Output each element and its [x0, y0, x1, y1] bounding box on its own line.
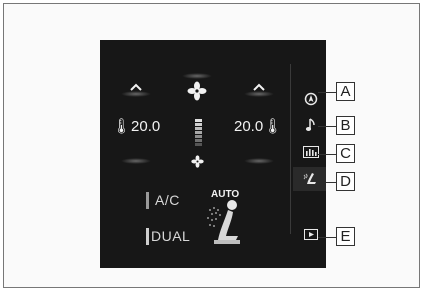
music-note-icon — [305, 118, 315, 131]
seat-climate-icon — [303, 173, 316, 184]
sidebar-item-equalizer[interactable] — [303, 144, 319, 160]
seat-airflow-icon — [207, 200, 240, 244]
left-temp-display: 🌡20.0 — [112, 117, 160, 136]
chevron-up-icon — [130, 83, 142, 91]
fan-level-indicator — [193, 118, 203, 147]
dual-indicator-bar — [146, 227, 149, 245]
right-temp-value: 20.0 — [234, 118, 264, 135]
callout-d: D — [336, 172, 355, 191]
fan-down-button[interactable] — [191, 155, 204, 173]
fan-icon — [187, 81, 207, 101]
callout-b: B — [336, 116, 355, 135]
dual-button[interactable]: DUAL — [146, 226, 190, 246]
airflow-mode-button[interactable] — [200, 196, 250, 257]
callout-b-leader — [318, 126, 336, 127]
left-temp-down-button[interactable] — [121, 158, 151, 164]
sidebar-item-climate-active[interactable] — [293, 167, 326, 191]
glow-decoration — [121, 91, 151, 97]
sidebar-item-audio[interactable] — [303, 117, 319, 133]
fan-small-icon — [191, 155, 204, 168]
callout-a-leader — [318, 92, 336, 93]
left-temp-value: 20.0 — [131, 118, 161, 135]
sidebar-item-media[interactable] — [303, 226, 319, 242]
callout-a: A — [336, 82, 355, 101]
callout-e-leader — [318, 237, 336, 238]
thermometer-icon: 🌡 — [112, 118, 132, 135]
dual-label: DUAL — [151, 228, 191, 244]
ac-indicator-bar — [146, 191, 149, 209]
glow-decoration — [244, 91, 274, 97]
navigation-icon — [304, 92, 318, 106]
right-temp-display: 20.0🌡 — [234, 117, 282, 136]
right-temp-down-button[interactable] — [244, 158, 274, 164]
sidebar-divider — [290, 64, 291, 234]
glow-decoration — [182, 73, 212, 79]
sidebar-item-navigation[interactable] — [303, 91, 319, 107]
thermometer-icon: 🌡 — [263, 118, 283, 135]
fan-up-button[interactable] — [187, 81, 207, 106]
climate-screen: 🌡20.0 20.0🌡 A/C DUAL AUTO — [100, 40, 326, 268]
callout-c: C — [336, 144, 355, 163]
callout-d-leader — [326, 182, 336, 183]
media-player-icon — [304, 228, 318, 240]
callout-c-leader — [318, 154, 336, 155]
chevron-up-icon — [253, 83, 265, 91]
equalizer-icon — [303, 146, 319, 158]
ac-button[interactable]: A/C — [146, 190, 180, 210]
callout-e: E — [336, 227, 355, 246]
ac-label: A/C — [155, 192, 180, 208]
